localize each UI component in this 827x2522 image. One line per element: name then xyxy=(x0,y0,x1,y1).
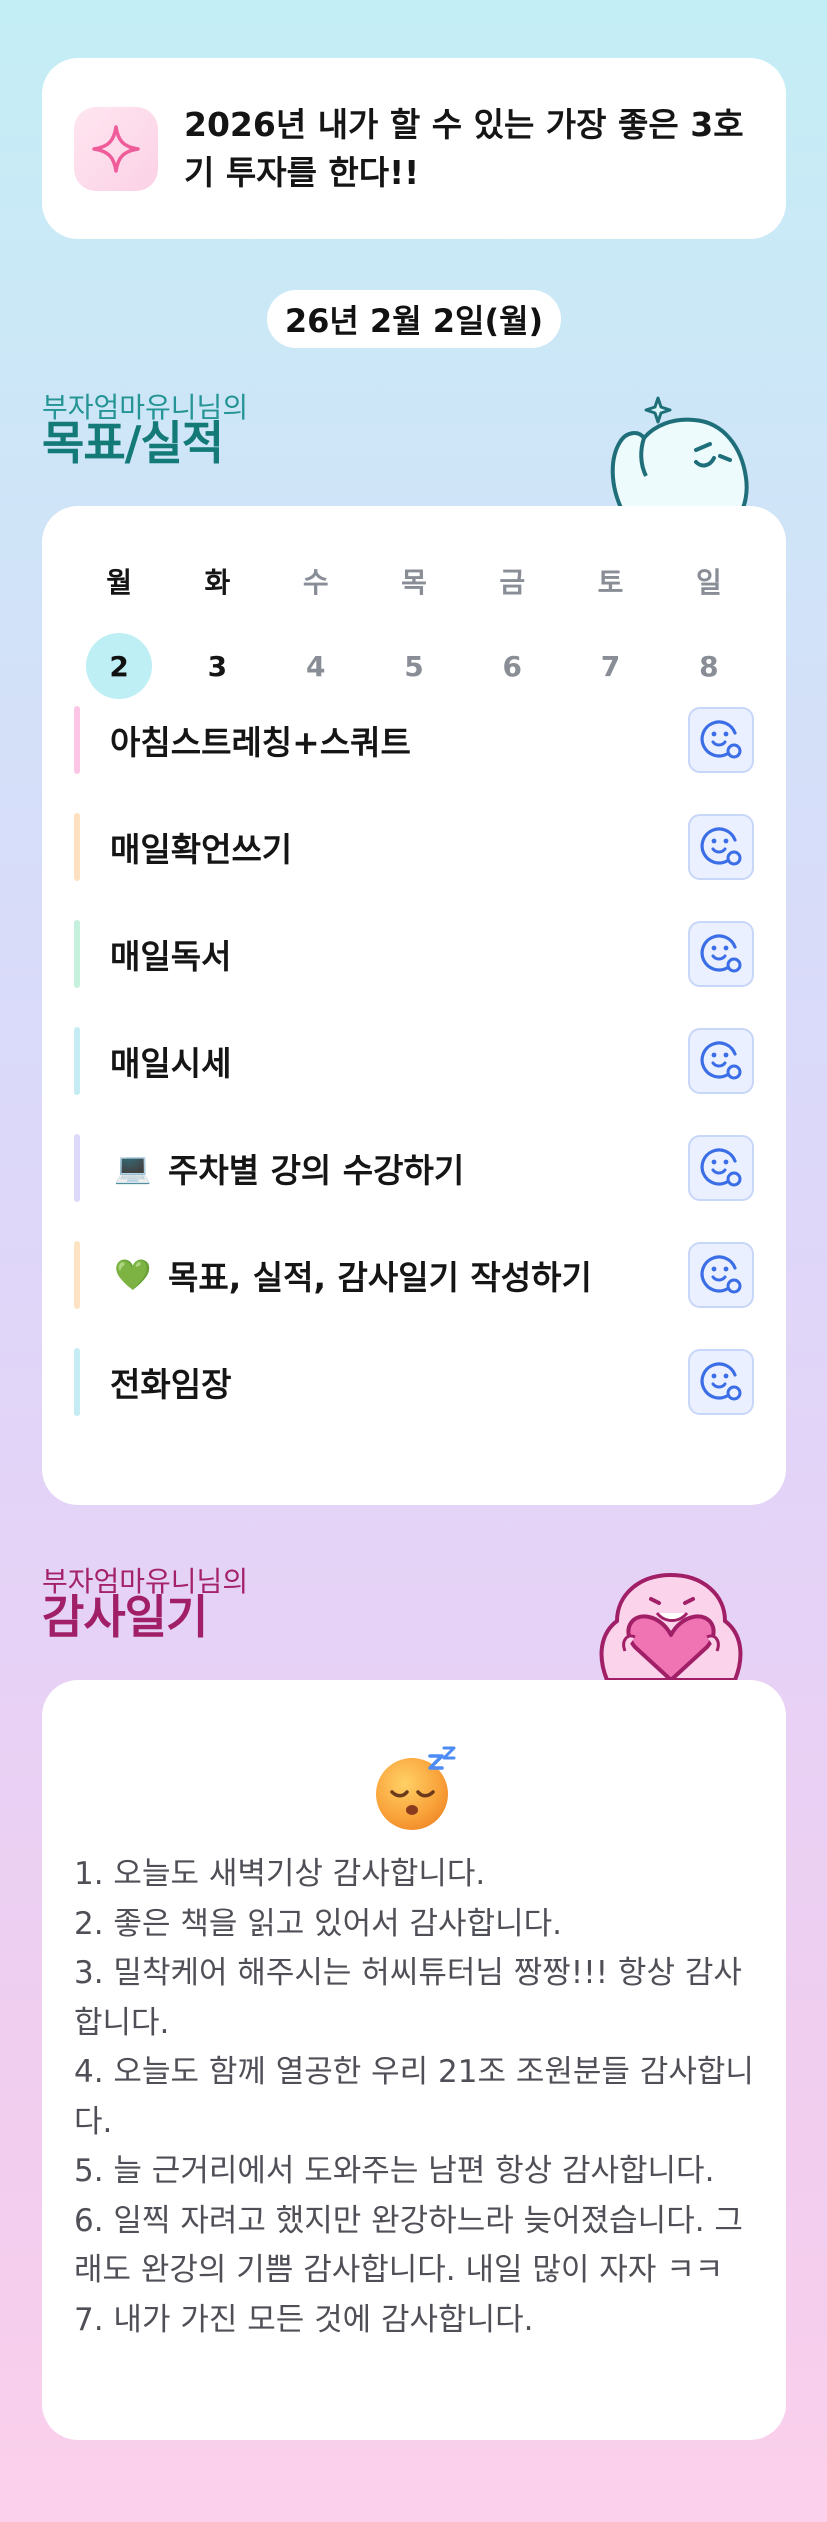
task-status-button[interactable] xyxy=(688,1028,754,1094)
task-status-button[interactable] xyxy=(688,707,754,773)
calendar-day-name: 수 xyxy=(302,566,329,599)
smiley-status-icon xyxy=(698,1357,744,1407)
task-status-button[interactable] xyxy=(688,814,754,880)
calendar-day-name: 금 xyxy=(499,566,526,599)
task-row: 매일독서 xyxy=(74,920,754,988)
goals-card: 월2화3수4목5금6토7일8 아침스트레칭+스쿼트 매일확언쓰기 매일독서 매일시세 💻… xyxy=(42,506,786,1505)
calendar-day[interactable]: 금6 xyxy=(463,561,561,699)
calendar-day[interactable]: 월2 xyxy=(70,561,168,699)
waving-mascot-illustration xyxy=(610,396,749,510)
task-row: 매일확언쓰기 xyxy=(74,813,754,881)
task-status-button[interactable] xyxy=(688,921,754,987)
calendar-day-date: 8 xyxy=(699,649,719,683)
task-label: 매일시세 xyxy=(110,1044,232,1083)
task-label: 매일확언쓰기 xyxy=(110,830,293,869)
calendar-day-date: 7 xyxy=(600,649,621,683)
calendar-day[interactable]: 목5 xyxy=(365,561,463,699)
task-color-bar xyxy=(74,920,80,988)
smiley-status-icon xyxy=(698,715,744,765)
week-calendar: 월2화3수4목5금6토7일8 xyxy=(70,561,758,699)
sparkle-icon xyxy=(74,106,158,191)
yearly-goal-banner: 2026년 내가 할 수 있는 가장 좋은 3호기 투자를 한다!! xyxy=(42,58,786,239)
gratitude-diary-card: 1. 오늘도 새벽기상 감사합니다. 2. 좋은 책을 읽고 있어서 감사합니다… xyxy=(42,1680,786,2440)
calendar-day-name: 화 xyxy=(204,566,231,599)
smiley-status-icon xyxy=(698,1143,744,1193)
calendar-day-date: 3 xyxy=(207,649,228,683)
task-row: 매일시세 xyxy=(74,1027,754,1095)
task-emoji-icon: 💚 xyxy=(114,1257,152,1293)
task-row: 💚 목표, 실적, 감사일기 작성하기 xyxy=(74,1241,754,1309)
calendar-day-date: 2 xyxy=(86,633,153,699)
task-status-button[interactable] xyxy=(688,1242,754,1308)
task-label: 목표, 실적, 감사일기 작성하기 xyxy=(168,1258,592,1297)
task-color-bar xyxy=(74,813,80,881)
calendar-day[interactable]: 화3 xyxy=(168,561,266,699)
smiley-status-icon xyxy=(698,1250,744,1300)
task-row: 아침스트레칭+스쿼트 xyxy=(74,706,754,774)
diary-body-text: 1. 오늘도 새벽기상 감사합니다. 2. 좋은 책을 읽고 있어서 감사합니다… xyxy=(74,1856,754,2338)
smiley-status-icon xyxy=(698,822,744,872)
task-label: 아침스트레칭+스쿼트 xyxy=(110,723,411,762)
calendar-day-name: 토 xyxy=(597,566,624,599)
task-row: 전화임장 xyxy=(74,1348,754,1416)
task-status-button[interactable] xyxy=(688,1349,754,1415)
task-emoji-icon: 💻 xyxy=(114,1150,152,1186)
calendar-day-date: 5 xyxy=(404,649,424,683)
task-color-bar xyxy=(74,1348,80,1416)
date-label[interactable]: 26년 2월 2일(월) xyxy=(267,290,561,348)
task-status-button[interactable] xyxy=(688,1135,754,1201)
yearly-goal-text: 2026년 내가 할 수 있는 가장 좋은 3호기 투자를 한다!! xyxy=(184,104,744,192)
task-color-bar xyxy=(74,706,80,774)
task-label: 매일독서 xyxy=(110,937,232,976)
calendar-day[interactable]: 수4 xyxy=(267,561,365,699)
calendar-day[interactable]: 토7 xyxy=(561,561,659,699)
task-label: 주차별 강의 수강하기 xyxy=(168,1151,465,1190)
task-row: 💻 주차별 강의 수강하기 xyxy=(74,1134,754,1202)
calendar-day-name: 일 xyxy=(695,566,722,599)
diary-section-title: 감사일기 xyxy=(42,1590,208,1644)
heart-mascot-illustration xyxy=(599,1572,743,1680)
sleeping-face-icon xyxy=(376,1746,456,1830)
task-color-bar xyxy=(74,1241,80,1309)
calendar-day-name: 목 xyxy=(401,566,427,599)
calendar-day[interactable]: 일8 xyxy=(660,561,758,699)
task-label: 전화임장 xyxy=(110,1365,232,1404)
task-color-bar xyxy=(74,1027,80,1095)
task-color-bar xyxy=(74,1134,80,1202)
smiley-status-icon xyxy=(698,1036,744,1086)
calendar-day-name: 월 xyxy=(106,566,133,599)
calendar-day-date: 6 xyxy=(502,649,522,683)
calendar-day-date: 4 xyxy=(305,649,326,683)
smiley-status-icon xyxy=(698,929,744,979)
goals-section-title: 목표/실적 xyxy=(42,416,224,470)
